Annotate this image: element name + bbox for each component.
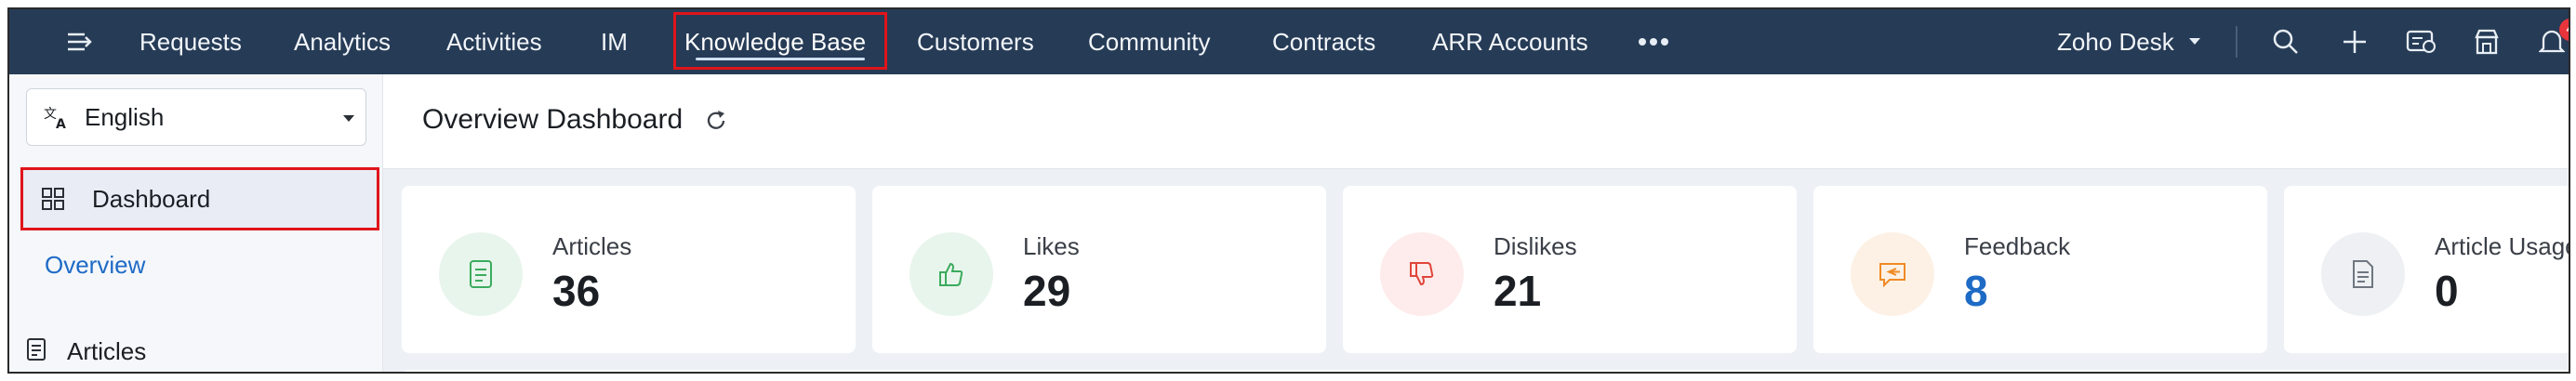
stat-label: Articles — [552, 232, 632, 260]
nav-community[interactable]: Community — [1088, 9, 1210, 74]
menu-toggle-icon[interactable] — [56, 9, 104, 74]
translate-icon: 文 A — [44, 104, 70, 135]
feedback-icon — [1851, 232, 1934, 316]
page-title: Overview Dashboard — [422, 104, 684, 135]
sidebar-item-articles[interactable]: Articles — [26, 333, 146, 370]
sidebar-item-overview[interactable]: Overview — [45, 251, 145, 280]
stat-value: 21 — [1494, 267, 1542, 315]
stat-value: 36 — [552, 267, 601, 315]
language-selector[interactable]: 文 A English — [26, 88, 366, 146]
stat-value: 0 — [2435, 267, 2459, 315]
stat-label: Likes — [1023, 232, 1080, 260]
stat-label: Dislikes — [1494, 232, 1577, 260]
sidebar: 文 A English Dashboard Overview Articles — [9, 74, 383, 372]
article-icon — [26, 337, 46, 366]
nav-customers[interactable]: Customers — [917, 9, 1034, 74]
svg-text:A: A — [56, 117, 66, 130]
app-window: Requests Analytics Activities IM Knowled… — [7, 7, 2570, 374]
language-label: English — [85, 102, 165, 131]
document-icon — [439, 232, 523, 316]
add-icon[interactable] — [2334, 9, 2375, 74]
stat-card-article-usage[interactable]: Article Usage 0 — [2284, 186, 2570, 353]
marketplace-icon[interactable] — [2466, 9, 2507, 74]
refresh-icon[interactable] — [699, 104, 733, 138]
nav-knowledge-base[interactable]: Knowledge Base — [684, 9, 866, 74]
main-content: Overview Dashboard Articles 36 Likes 29 — [383, 74, 2570, 372]
sidebar-item-dashboard[interactable]: Dashboard — [20, 167, 379, 230]
nav-analytics[interactable]: Analytics — [294, 9, 391, 74]
svg-text:文: 文 — [44, 107, 57, 122]
stat-label: Article Usage — [2435, 232, 2570, 260]
more-horizontal-icon[interactable] — [1635, 9, 1672, 74]
sidebar-item-label: Dashboard — [92, 184, 211, 213]
nav-activities[interactable]: Activities — [446, 9, 542, 74]
sidebar-item-label: Articles — [67, 336, 147, 365]
nav-contracts[interactable]: Contracts — [1272, 9, 1375, 74]
search-icon[interactable] — [2265, 9, 2306, 74]
nav-im[interactable]: IM — [601, 9, 628, 74]
page-header: Overview Dashboard — [383, 74, 2569, 169]
top-navigation-bar: Requests Analytics Activities IM Knowled… — [9, 9, 2569, 74]
nav-requests[interactable]: Requests — [139, 9, 242, 74]
content-panel-top-edge — [402, 370, 2569, 372]
stat-card-likes[interactable]: Likes 29 — [872, 186, 1326, 353]
nav-arr-accounts[interactable]: ARR Accounts — [1432, 9, 1588, 74]
brand-switcher[interactable]: Zoho Desk — [2057, 9, 2174, 74]
stat-card-dislikes[interactable]: Dislikes 21 — [1343, 186, 1797, 353]
stat-card-feedback[interactable]: Feedback 8 — [1813, 186, 2267, 353]
stat-card-articles[interactable]: Articles 36 — [402, 186, 856, 353]
chevron-down-icon — [343, 115, 354, 122]
thumbs-up-icon — [910, 232, 993, 316]
article-usage-icon — [2321, 232, 2405, 316]
chevron-down-icon[interactable] — [2187, 9, 2202, 74]
stat-value: 29 — [1023, 267, 1071, 315]
thumbs-down-icon — [1380, 232, 1464, 316]
active-tab-underline — [696, 58, 865, 60]
stat-value[interactable]: 8 — [1964, 266, 1988, 316]
stat-label: Feedback — [1964, 232, 2071, 260]
grid-icon — [42, 188, 64, 215]
nav-divider — [2236, 26, 2237, 58]
time-entry-icon[interactable] — [2401, 9, 2442, 74]
